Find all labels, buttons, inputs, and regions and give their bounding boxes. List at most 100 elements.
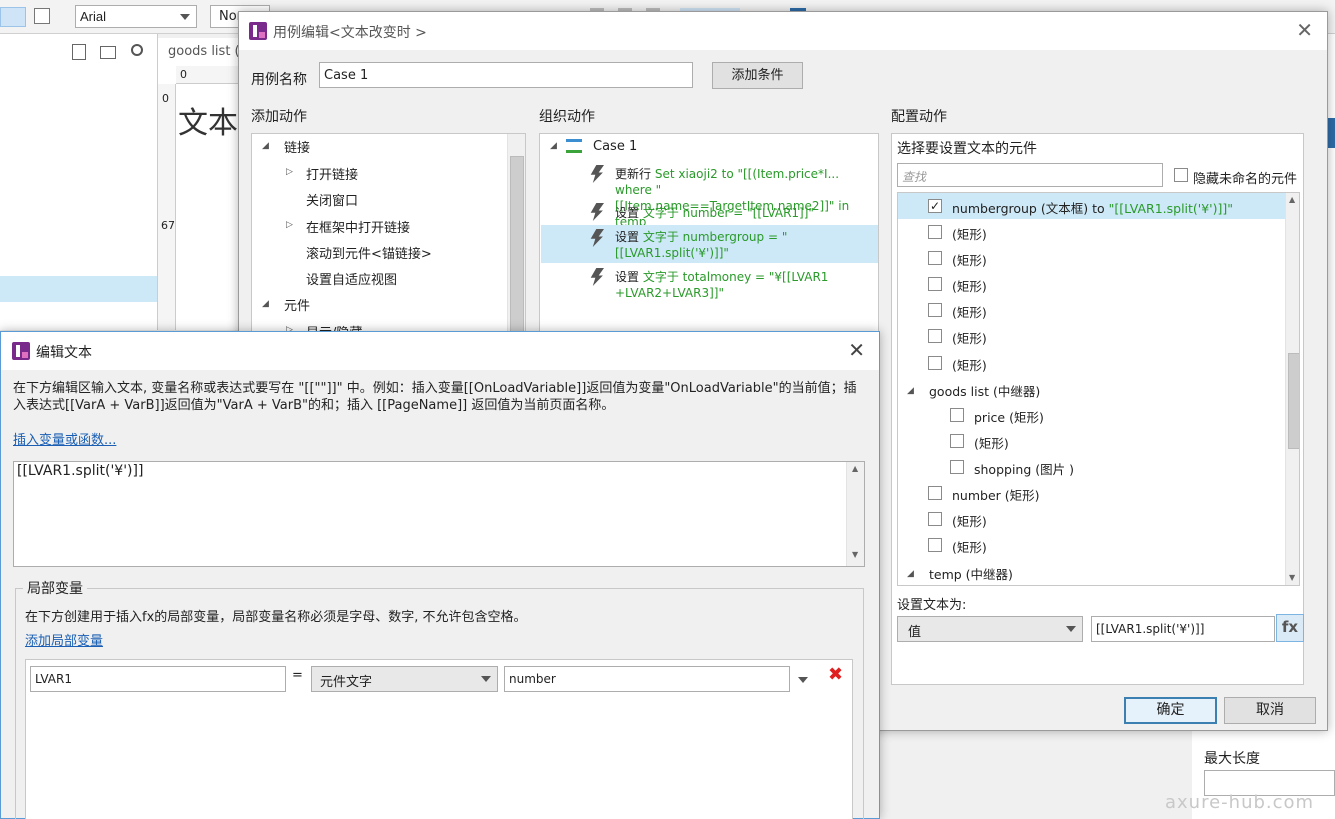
- search-placeholder: 查找: [902, 170, 927, 184]
- search-icon[interactable]: [131, 44, 143, 56]
- text-value: [[LVAR1.split('¥')]]: [1096, 622, 1205, 636]
- widget-checkbox[interactable]: [928, 538, 942, 552]
- widget-checkbox[interactable]: [928, 356, 942, 370]
- text-editor-scrollbar[interactable]: ▲ ▼: [846, 462, 864, 566]
- hide-unnamed-checkbox[interactable]: [1174, 168, 1188, 182]
- ruler-x0: 0: [180, 68, 187, 81]
- widget-item-label: number (矩形): [952, 488, 1040, 503]
- widget-group-label[interactable]: goods list (中继器): [929, 381, 1040, 400]
- widget-group-label[interactable]: temp (中继器): [929, 564, 1013, 583]
- widget-checkbox-checked[interactable]: ✓: [928, 199, 942, 213]
- selected-page-row[interactable]: [0, 276, 157, 302]
- value-type-select[interactable]: 值: [897, 616, 1083, 642]
- organize-action-1[interactable]: 更新行 Set xiaoji2 to "[[(Item.price*I... w…: [540, 162, 878, 229]
- watermark: axure-hub.com: [1165, 792, 1315, 813]
- fx-button[interactable]: fx: [1276, 614, 1304, 642]
- max-length-label: 最大长度: [1204, 751, 1260, 767]
- action-verb: 设置: [615, 206, 640, 220]
- widget-checkbox[interactable]: [950, 460, 964, 474]
- collapse-icon[interactable]: ◢: [907, 386, 914, 396]
- close-icon[interactable]: ✕: [1296, 18, 1313, 42]
- set-text-label: 设置文本为:: [897, 598, 967, 613]
- widget-list: ✓ numbergroup (文本框) to "[[LVAR1.split('¥…: [897, 192, 1300, 586]
- var-type-select[interactable]: 元件文字: [311, 666, 498, 692]
- local-vars-table: LVAR1 = 元件文字 number ✖: [25, 659, 853, 819]
- font-select[interactable]: Arial: [75, 5, 197, 28]
- edit-dialog-titlebar: 编辑文本 ✕: [1, 332, 879, 370]
- organize-action-3-selected[interactable]: 设置 文字于 numbergroup = "[[LVAR1.split('¥')…: [541, 225, 878, 263]
- action-category-widgets[interactable]: 元件: [284, 295, 310, 314]
- widget-checkbox[interactable]: [950, 434, 964, 448]
- widget-checkbox[interactable]: [928, 329, 942, 343]
- case-node[interactable]: Case 1: [593, 139, 637, 154]
- add-folder-icon[interactable]: [100, 46, 116, 59]
- action-category-link[interactable]: 链接: [284, 137, 310, 156]
- edit-dialog-title: 编辑文本: [36, 345, 92, 361]
- action-close-window[interactable]: 关闭窗口: [306, 190, 358, 209]
- chevron-down-icon: [481, 676, 491, 682]
- toolbar-buttons: [0, 7, 26, 27]
- var-type-value: 元件文字: [320, 675, 373, 690]
- action-set-adaptive-view[interactable]: 设置自适应视图: [306, 269, 397, 288]
- widget-search-input[interactable]: 查找: [897, 163, 1163, 187]
- action-bolt-icon: [590, 165, 604, 183]
- collapse-icon[interactable]: ◢: [550, 141, 557, 151]
- cancel-button[interactable]: 取消: [1224, 697, 1316, 724]
- action-bolt-icon: [590, 203, 604, 221]
- organize-action-4[interactable]: 设置 文字于 totalmoney = "¥[[LVAR1 +LVAR2+LVA…: [540, 265, 878, 301]
- widget-item-label: (矩形): [974, 436, 1009, 451]
- add-local-var-link[interactable]: 添加局部变量: [25, 630, 103, 649]
- var-name-input[interactable]: LVAR1: [30, 666, 286, 692]
- action-scroll-to-widget[interactable]: 滚动到元件<锚链接>: [306, 243, 432, 262]
- var-target-input[interactable]: number: [504, 666, 790, 692]
- close-icon[interactable]: ✕: [848, 338, 865, 362]
- collapse-icon[interactable]: ◢: [262, 299, 269, 309]
- collapse-icon[interactable]: ◢: [907, 569, 914, 579]
- insert-variable-link[interactable]: 插入变量或函数...: [13, 429, 116, 448]
- case-icon: [566, 139, 582, 153]
- var-name-value: LVAR1: [35, 672, 72, 686]
- case-name-input[interactable]: Case 1: [319, 62, 693, 88]
- widget-checkbox[interactable]: [928, 303, 942, 317]
- scrollbar-thumb[interactable]: [1288, 353, 1299, 449]
- widget-checkbox[interactable]: [928, 512, 942, 526]
- add-page-icon[interactable]: [72, 44, 86, 60]
- expand-icon[interactable]: ▷: [286, 220, 293, 230]
- widget-checkbox[interactable]: [950, 408, 964, 422]
- delete-var-icon[interactable]: ✖: [828, 664, 843, 685]
- widget-item-label: numbergroup (文本框) to "[[LVAR1.split('¥')…: [952, 201, 1233, 216]
- widget-checkbox[interactable]: [928, 251, 942, 265]
- collapse-icon[interactable]: ◢: [262, 141, 269, 151]
- scrollbar-thumb[interactable]: [510, 156, 524, 332]
- text-editor[interactable]: [[LVAR1.split('¥')]] ▲ ▼: [13, 461, 865, 567]
- widget-checkbox[interactable]: [928, 277, 942, 291]
- left-panel: [0, 34, 158, 330]
- organize-action-2[interactable]: 设置 文字于 number = "[[LVAR1]]": [540, 200, 878, 226]
- action-verb: 设置: [615, 270, 640, 284]
- action-open-in-frame[interactable]: 在框架中打开链接: [306, 217, 410, 236]
- widget-checkbox[interactable]: [928, 225, 942, 239]
- widget-item-label: (矩形): [952, 253, 987, 268]
- widget-checkbox[interactable]: [928, 486, 942, 500]
- add-action-scrollbar[interactable]: [507, 134, 525, 332]
- format-painter-icon[interactable]: [34, 8, 50, 24]
- chevron-down-icon: [180, 13, 190, 20]
- expand-icon[interactable]: ▷: [286, 167, 293, 177]
- add-action-header: 添加动作: [251, 109, 307, 125]
- hide-unnamed-label: 隐藏未命名的元件: [1193, 172, 1298, 187]
- action-bolt-icon: [590, 229, 604, 247]
- ok-label: 确定: [1156, 702, 1185, 718]
- action-detail: 文字于 number = "[[LVAR1]]": [642, 206, 814, 220]
- edit-instructions: 在下方编辑区输入文本, 变量名称或表达式要写在 "[[""]]" 中。例如：插入…: [13, 381, 857, 413]
- widget-item-label: (矩形): [952, 540, 987, 555]
- widget-item-label: price (矩形): [974, 410, 1044, 425]
- add-condition-button[interactable]: 添加条件: [712, 62, 803, 89]
- text-value-input[interactable]: [[LVAR1.split('¥')]]: [1091, 616, 1275, 642]
- organize-action-header: 组织动作: [539, 109, 595, 125]
- action-verb: 更新行: [615, 167, 652, 181]
- canvas-tab[interactable]: goods list (N: [158, 38, 249, 66]
- var-target-dropdown-icon[interactable]: [798, 677, 808, 683]
- action-open-link[interactable]: 打开链接: [306, 164, 358, 183]
- ok-button[interactable]: 确定: [1124, 697, 1217, 724]
- widget-list-scrollbar[interactable]: ▲ ▼: [1285, 193, 1299, 585]
